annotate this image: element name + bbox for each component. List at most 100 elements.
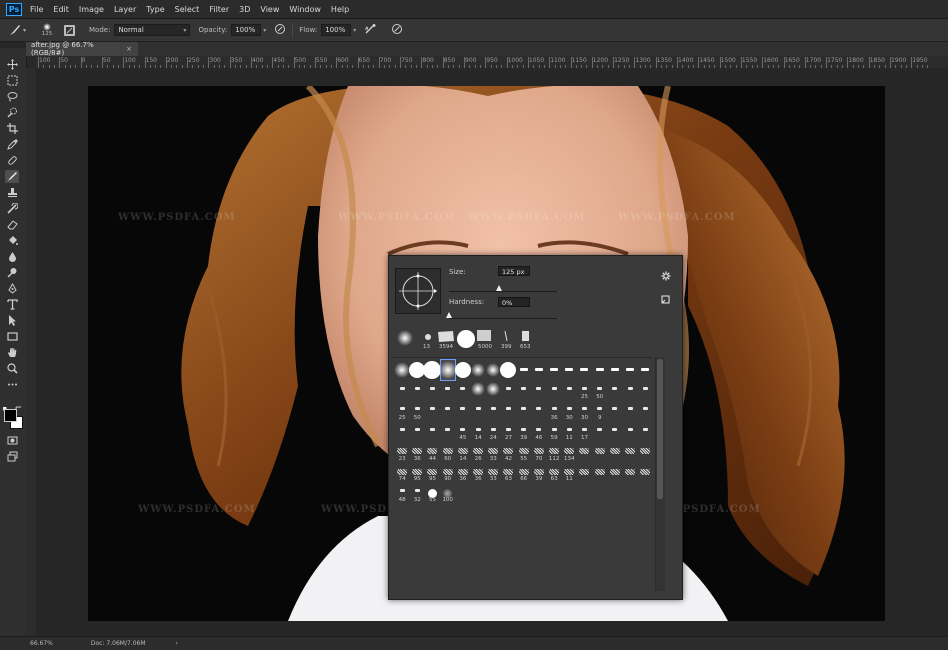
brush-preset-cell[interactable] <box>395 381 409 401</box>
flow-slider-chevron-icon[interactable]: ▾ <box>353 27 356 34</box>
brush-preset-cell[interactable] <box>593 483 607 503</box>
brush-preset-cell[interactable]: 112 <box>547 442 561 462</box>
brush-preset-cell[interactable]: 36 <box>547 401 561 421</box>
hardness-slider-track[interactable] <box>449 318 557 319</box>
brush-preset-cell[interactable] <box>486 401 500 421</box>
brush-preset-cell[interactable] <box>394 360 411 380</box>
brush-preset-cell[interactable] <box>577 442 591 462</box>
brush-preset-cell[interactable] <box>532 401 546 421</box>
brush-preset-cell[interactable] <box>456 401 470 421</box>
brush-preset-cell[interactable] <box>623 422 637 442</box>
brush-preset-cell[interactable]: 14 <box>471 422 485 441</box>
brush-preset-cell[interactable] <box>638 422 652 442</box>
brush-preset-cell[interactable] <box>517 381 531 401</box>
opacity-slider-chevron-icon[interactable]: ▾ <box>263 27 266 34</box>
brush-preset-cell[interactable]: 55 <box>517 442 531 462</box>
brush-preset-cell[interactable]: 23 <box>395 442 409 462</box>
type-tool-icon[interactable] <box>5 298 19 311</box>
flow-input[interactable]: 100% <box>321 24 352 36</box>
brush-angle-preview[interactable] <box>395 268 441 314</box>
size-slider-track[interactable] <box>449 291 557 292</box>
brush-preset-cell[interactable] <box>623 381 637 401</box>
brush-preset-cell[interactable]: 36 <box>410 442 424 462</box>
brush-preset-cell[interactable]: 70 <box>532 442 546 462</box>
brush-preset-cell[interactable] <box>608 483 622 503</box>
brush-preset-cell[interactable] <box>547 381 561 401</box>
brush-preset-picker[interactable]: 125 <box>36 23 58 37</box>
brush-preset-cell[interactable] <box>471 360 486 380</box>
quick-selection-tool-icon[interactable] <box>5 106 19 119</box>
brush-preset-cell[interactable] <box>638 442 652 462</box>
brush-preset-cell[interactable] <box>410 422 424 442</box>
brush-preset-cell[interactable] <box>501 483 515 503</box>
brush-preset-cell[interactable] <box>454 360 471 380</box>
status-menu-arrow-icon[interactable]: › <box>176 640 178 647</box>
brush-preset-cell[interactable] <box>623 463 637 483</box>
menu-image[interactable]: Image <box>79 5 104 14</box>
default-colors-icon[interactable] <box>3 398 10 414</box>
size-slider-thumb[interactable] <box>496 285 503 291</box>
crop-tool-icon[interactable] <box>5 122 19 135</box>
brush-preset-cell[interactable] <box>608 360 622 380</box>
gear-icon[interactable] <box>661 266 671 285</box>
foreground-color-swatch[interactable] <box>4 409 17 422</box>
menu-edit[interactable]: Edit <box>53 5 69 14</box>
brush-preset-cell[interactable] <box>638 463 652 483</box>
brush-preset-cell[interactable] <box>577 360 591 380</box>
brush-preset-cell[interactable] <box>425 401 439 421</box>
hardness-input[interactable]: 0% <box>498 297 530 307</box>
brush-preset-cell[interactable]: 25 <box>395 401 409 421</box>
brush-preset-cell[interactable]: 48 <box>395 483 409 503</box>
brush-preset-cell[interactable] <box>517 360 531 380</box>
healing-brush-tool-icon[interactable] <box>5 154 19 167</box>
brush-preset-cell[interactable]: 59 <box>547 422 561 441</box>
opacity-input[interactable]: 100% <box>231 24 262 36</box>
brush-preset-cell[interactable] <box>638 360 652 380</box>
brush-preset-cell[interactable] <box>623 442 637 462</box>
brush-preset-cell[interactable]: 33 <box>486 442 500 462</box>
brush-preset-cell[interactable]: 50 <box>593 381 607 400</box>
quick-mask-icon[interactable] <box>5 434 19 447</box>
brush-preset-cell[interactable] <box>547 360 561 380</box>
brush-preset-cell[interactable]: 9 <box>593 401 607 421</box>
brush-preset-cell[interactable] <box>517 483 531 503</box>
menu-view[interactable]: View <box>260 5 279 14</box>
rectangle-tool-icon[interactable] <box>5 330 19 343</box>
marquee-tool-icon[interactable] <box>5 74 19 87</box>
brush-preset-cell[interactable]: 63 <box>501 463 515 482</box>
brush-preset-cell[interactable] <box>638 381 652 401</box>
brush-preset-cell[interactable]: 14 <box>456 442 470 462</box>
brush-preset-cell[interactable] <box>562 360 576 380</box>
pen-tool-icon[interactable] <box>5 282 19 295</box>
brush-preset-cell[interactable] <box>547 483 561 503</box>
brush-preset-cell[interactable] <box>438 359 457 381</box>
brush-preset-cell[interactable]: 25 <box>577 381 591 400</box>
hand-tool-icon[interactable] <box>5 346 19 359</box>
scrollbar-thumb[interactable] <box>657 359 663 499</box>
brush-tool-active-icon[interactable] <box>5 170 19 183</box>
brush-preset-cell[interactable] <box>486 483 500 503</box>
brush-preset-cell[interactable] <box>441 401 455 421</box>
brush-preset-cell[interactable] <box>562 381 576 401</box>
brush-preset-cell[interactable]: 95 <box>425 463 439 482</box>
brush-preset-cell[interactable] <box>623 360 637 380</box>
menu-filter[interactable]: Filter <box>209 5 229 14</box>
brush-preset-cell[interactable] <box>471 401 485 421</box>
airbrush-icon[interactable] <box>364 23 377 37</box>
brush-preset-cell[interactable] <box>623 401 637 421</box>
brush-preset-cell[interactable]: 44 <box>425 442 439 462</box>
brush-preset-cell[interactable]: 33 <box>486 463 500 482</box>
document-tab[interactable]: after.jpg @ 66.7% (RGB/8#) × <box>26 41 138 57</box>
brush-preset-cell[interactable]: 45 <box>456 422 470 441</box>
zoom-tool-icon[interactable] <box>5 362 19 375</box>
brush-preset-cell[interactable] <box>608 422 622 442</box>
size-input[interactable]: 125 px <box>498 266 530 276</box>
tools-panel-grip[interactable] <box>0 42 26 48</box>
new-preset-icon[interactable] <box>661 289 670 308</box>
paint-bucket-tool-icon[interactable] <box>5 234 19 247</box>
brush-panel-toggle-icon[interactable] <box>64 24 75 36</box>
brush-preset-cell[interactable] <box>441 381 455 401</box>
pressure-size-icon[interactable] <box>391 23 403 37</box>
menu-type[interactable]: Type <box>146 5 164 14</box>
menu-file[interactable]: File <box>30 5 43 14</box>
